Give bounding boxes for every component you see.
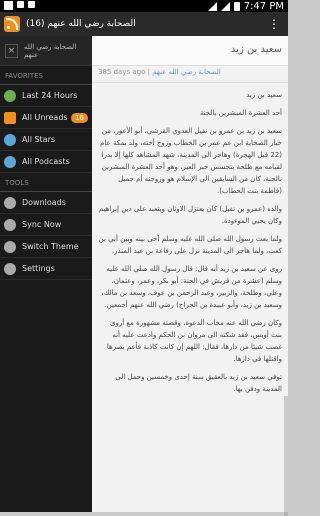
sidebar-item-label: All Unreads bbox=[22, 113, 68, 122]
article-paragraph: وكان رضي الله عنه مجاب الدعوة، وقصته مشه… bbox=[106, 319, 282, 363]
feed-label: الصحابة رضي الله عنهم bbox=[24, 42, 77, 59]
article-time: 385 days ago bbox=[98, 68, 146, 76]
sidebar-item-label: All Stars bbox=[22, 135, 56, 144]
sidebar-item-sync[interactable]: Sync Now bbox=[0, 214, 92, 236]
sidebar-item-label: All Podcasts bbox=[22, 157, 70, 166]
sidebar-item-label: Last 24 Hours bbox=[22, 91, 78, 100]
article-paragraph: توفي سعيد بن زيد بالعقيق سنة إحدى وخمسين… bbox=[115, 373, 282, 393]
favorites-heading: FAVORITES bbox=[0, 66, 92, 85]
sidebar-item-switch-theme[interactable]: Switch Theme bbox=[0, 236, 92, 258]
sidebar-item-label: Switch Theme bbox=[22, 242, 79, 251]
rss-app-icon[interactable] bbox=[4, 16, 20, 32]
scrollbar[interactable] bbox=[284, 396, 288, 516]
overflow-menu-icon[interactable]: ⋮ bbox=[264, 17, 284, 31]
wifi-icon bbox=[207, 1, 217, 11]
unread-count-badge: 16 bbox=[71, 112, 88, 123]
star-icon bbox=[4, 133, 16, 146]
battery-icon bbox=[233, 1, 240, 11]
article-paragraph: روى عن سعيد بن زيد أنه قال: قال رسول الل… bbox=[101, 265, 282, 309]
sidebar: × الصحابة رضي الله عنهم FAVORITES Last 2… bbox=[0, 36, 92, 512]
article-header: سعيد بن زيد bbox=[92, 36, 288, 66]
article-paragraph: والده (عمرو بن نفيل) كان يعتزل الاوثان و… bbox=[98, 205, 282, 225]
clock-icon bbox=[4, 89, 16, 102]
collapse-icon[interactable]: × bbox=[5, 43, 18, 58]
signal-icon bbox=[220, 1, 230, 11]
article-pane: سعيد بن زيد 385 days ago | الصحابة رضي ا… bbox=[92, 36, 288, 516]
sidebar-item-label: Sync Now bbox=[22, 220, 62, 229]
status-bar: 7:47 PM bbox=[0, 0, 288, 12]
sidebar-item-all-unreads[interactable]: All Unreads 16 bbox=[0, 107, 92, 129]
sync-icon bbox=[4, 218, 16, 231]
sidebar-item-label: Downloads bbox=[22, 198, 66, 207]
sidebar-item-downloads[interactable]: Downloads bbox=[0, 192, 92, 214]
sidebar-item-settings[interactable]: Settings bbox=[0, 258, 92, 280]
article-title: سعيد بن زيد bbox=[230, 44, 282, 55]
article-paragraph: سعيد بن زيد بن عمرو بن نفيل العدوي القرش… bbox=[100, 127, 282, 195]
article-paragraph: أحد العشرة المبشرين بالجنة bbox=[199, 109, 282, 117]
article-paragraph: سعيد بن زيد bbox=[246, 91, 282, 99]
article-meta: 385 days ago | الصحابة رضي الله عنهم bbox=[92, 66, 288, 83]
usb-icon bbox=[17, 1, 24, 8]
article-body: سعيد بن زيد أحد العشرة المبشرين بالجنة س… bbox=[92, 83, 288, 407]
action-bar: الصحابة رضي الله عنهم (16) ⋮ bbox=[0, 12, 288, 36]
download-notification-icon bbox=[28, 1, 35, 8]
rss-icon bbox=[4, 111, 16, 124]
clock: 7:47 PM bbox=[243, 0, 284, 12]
settings-icon bbox=[4, 262, 16, 275]
feed-header[interactable]: × الصحابة رضي الله عنهم bbox=[0, 36, 92, 66]
download-icon bbox=[4, 196, 16, 209]
notification-icon bbox=[4, 1, 13, 10]
podcast-icon bbox=[4, 155, 16, 168]
article-source[interactable]: الصحابة رضي الله عنهم bbox=[152, 68, 221, 76]
article-paragraph: ولما بعث رسول الله صلى الله عليه وسلم آخ… bbox=[98, 235, 282, 255]
sidebar-item-last24[interactable]: Last 24 Hours bbox=[0, 85, 92, 107]
action-bar-title: الصحابة رضي الله عنهم (16) bbox=[26, 19, 136, 29]
notification-icons bbox=[4, 1, 35, 10]
sidebar-item-all-podcasts[interactable]: All Podcasts bbox=[0, 151, 92, 173]
theme-icon bbox=[4, 240, 16, 253]
sidebar-item-label: Settings bbox=[22, 264, 55, 273]
tools-heading: TOOLS bbox=[0, 173, 92, 192]
sidebar-item-all-stars[interactable]: All Stars bbox=[0, 129, 92, 151]
